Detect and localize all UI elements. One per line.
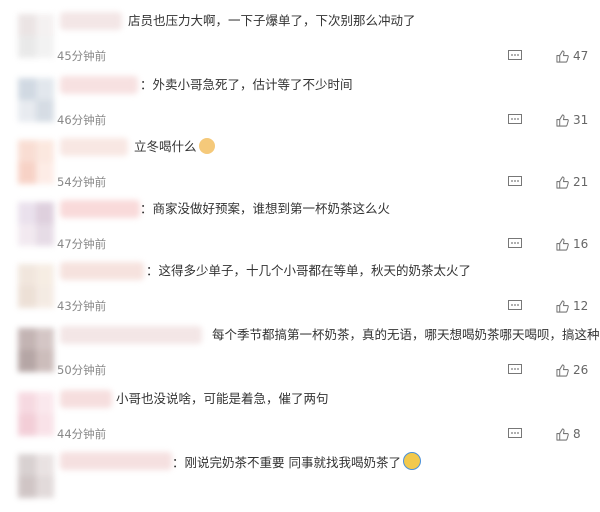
comment-text: 店员也压力大啊，一下子爆单了，下次别那么冲动了: [128, 13, 416, 28]
thumbs-up-icon: [556, 237, 569, 251]
like-button[interactable]: 26: [556, 362, 588, 378]
comment-time: 45分钟前: [57, 49, 107, 63]
thumbs-up-icon: [556, 363, 569, 377]
username[interactable]: [60, 138, 128, 156]
comment-text: 立冬喝什么: [134, 138, 215, 156]
avatar[interactable]: [18, 454, 54, 498]
comment-item: 小哥也没说啥，可能是着急，催了两句 44分钟前 8: [0, 390, 600, 450]
thumbs-up-icon: [556, 113, 569, 127]
comment-item: ：刚说完奶茶不重要 同事就找我喝奶茶了: [0, 452, 600, 512]
comment-text: ：商家没做好预案，谁想到第一杯奶茶这么火: [140, 201, 391, 216]
thumbs-up-icon: [556, 49, 569, 63]
comment-text: 每个季节都搞第一杯奶茶，真的无语，哪天想喝奶茶哪天喝呗，搞这种噱头: [212, 327, 600, 342]
username[interactable]: [60, 390, 112, 408]
like-button[interactable]: 12: [556, 298, 588, 314]
comment-text: ：外卖小哥急死了，估计等了不少时间: [140, 77, 353, 92]
like-count: 12: [573, 299, 589, 313]
comment-text: 小哥也没说啥，可能是着急，催了两句: [116, 391, 329, 406]
like-count: 26: [573, 363, 589, 377]
cat-face-icon: [198, 138, 215, 154]
username[interactable]: [60, 12, 122, 30]
avatar[interactable]: [18, 392, 54, 436]
comment-time: 46分钟前: [57, 113, 107, 127]
comment-item: 每个季节都搞第一杯奶茶，真的无语，哪天想喝奶茶哪天喝呗，搞这种噱头 50分钟前 …: [0, 326, 600, 386]
avatar[interactable]: [18, 14, 54, 58]
like-button[interactable]: 16: [556, 236, 588, 252]
avatar[interactable]: [18, 140, 54, 184]
avatar[interactable]: [18, 264, 54, 308]
reply-icon[interactable]: [508, 238, 522, 249]
like-count: 31: [573, 113, 589, 127]
thumbs-up-icon: [556, 175, 569, 189]
thumbs-up-icon: [556, 427, 569, 441]
comment-item: ：商家没做好预案，谁想到第一杯奶茶这么火 47分钟前 16: [0, 200, 600, 260]
comment-item: 店员也压力大啊，一下子爆单了，下次别那么冲动了 45分钟前 47: [0, 12, 600, 72]
like-count: 21: [573, 175, 589, 189]
laughing-face-icon: [402, 452, 421, 470]
comment-time: 47分钟前: [57, 237, 107, 251]
like-count: 8: [573, 427, 581, 441]
avatar[interactable]: [18, 202, 54, 246]
reply-icon[interactable]: [508, 114, 522, 125]
comment-text: ：这得多少单子，十几个小哥都在等单，秋天的奶茶太火了: [146, 263, 472, 278]
like-count: 16: [573, 237, 589, 251]
reply-icon[interactable]: [508, 364, 522, 375]
like-button[interactable]: 31: [556, 112, 588, 128]
comment-item: ：外卖小哥急死了，估计等了不少时间 46分钟前 31: [0, 76, 600, 136]
like-button[interactable]: 21: [556, 174, 588, 190]
avatar[interactable]: [18, 328, 54, 372]
comment-time: 54分钟前: [57, 175, 107, 189]
comment-text: ：刚说完奶茶不重要 同事就找我喝奶茶了: [172, 452, 421, 472]
username[interactable]: [60, 326, 202, 344]
reply-icon[interactable]: [508, 50, 522, 61]
avatar[interactable]: [18, 78, 54, 122]
reply-icon[interactable]: [508, 176, 522, 187]
like-button[interactable]: 8: [556, 426, 581, 442]
comment-item: ：这得多少单子，十几个小哥都在等单，秋天的奶茶太火了 43分钟前 12: [0, 262, 600, 322]
username[interactable]: [60, 76, 138, 94]
reply-icon[interactable]: [508, 428, 522, 439]
reply-icon[interactable]: [508, 300, 522, 311]
username[interactable]: [60, 262, 144, 280]
like-button[interactable]: 47: [556, 48, 588, 64]
thumbs-up-icon: [556, 299, 569, 313]
comment-item: 立冬喝什么 54分钟前 21: [0, 138, 600, 198]
comment-time: 43分钟前: [57, 299, 107, 313]
username[interactable]: [60, 452, 172, 470]
comment-time: 50分钟前: [57, 363, 107, 377]
comment-time: 44分钟前: [57, 427, 107, 441]
like-count: 47: [573, 49, 589, 63]
username[interactable]: [60, 200, 140, 218]
